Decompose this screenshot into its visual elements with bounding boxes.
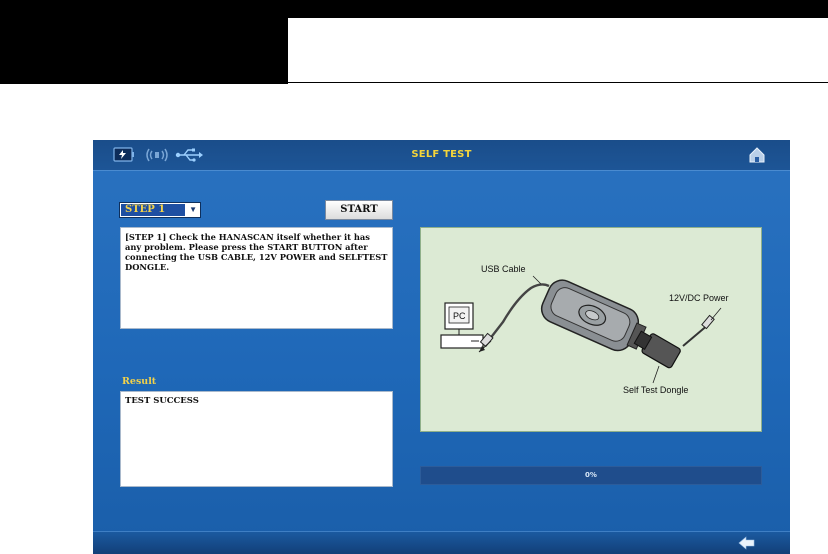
chevron-down-icon: ▼	[189, 205, 197, 214]
dongle-label: Self Test Dongle	[623, 385, 688, 395]
home-icon[interactable]	[748, 146, 766, 164]
power-label: 12V/DC Power	[669, 293, 729, 303]
screen-title: SELF TEST	[411, 149, 472, 160]
back-arrow-icon[interactable]	[738, 535, 756, 551]
result-box: TEST SUCCESS	[120, 391, 393, 487]
title-bar: SELF TEST	[93, 140, 790, 171]
result-label: Result	[122, 376, 157, 387]
progress-text: 0%	[585, 471, 597, 479]
step-dropdown-value: STEP 1	[121, 204, 185, 216]
header-rule	[288, 82, 828, 83]
step-dropdown[interactable]: STEP 1 ▼	[119, 202, 201, 218]
start-button[interactable]: START	[325, 200, 393, 220]
top-black-block	[0, 0, 288, 84]
pc-label: PC	[453, 311, 466, 321]
progress-bar: 0%	[420, 466, 762, 485]
usb-cable-label: USB Cable	[481, 264, 526, 274]
diagram-illustration: PC USB Cable 12V/DC Power Self Test Dong…	[440, 264, 729, 395]
bottom-bar	[93, 531, 790, 554]
device-screen: SELF TEST STEP 1 ▼ START [STEP 1] Check …	[93, 140, 790, 554]
step-description: [STEP 1] Check the HANASCAN itself wheth…	[120, 227, 393, 329]
connection-diagram: PC USB Cable 12V/DC Power Self Test Dong…	[420, 227, 762, 432]
